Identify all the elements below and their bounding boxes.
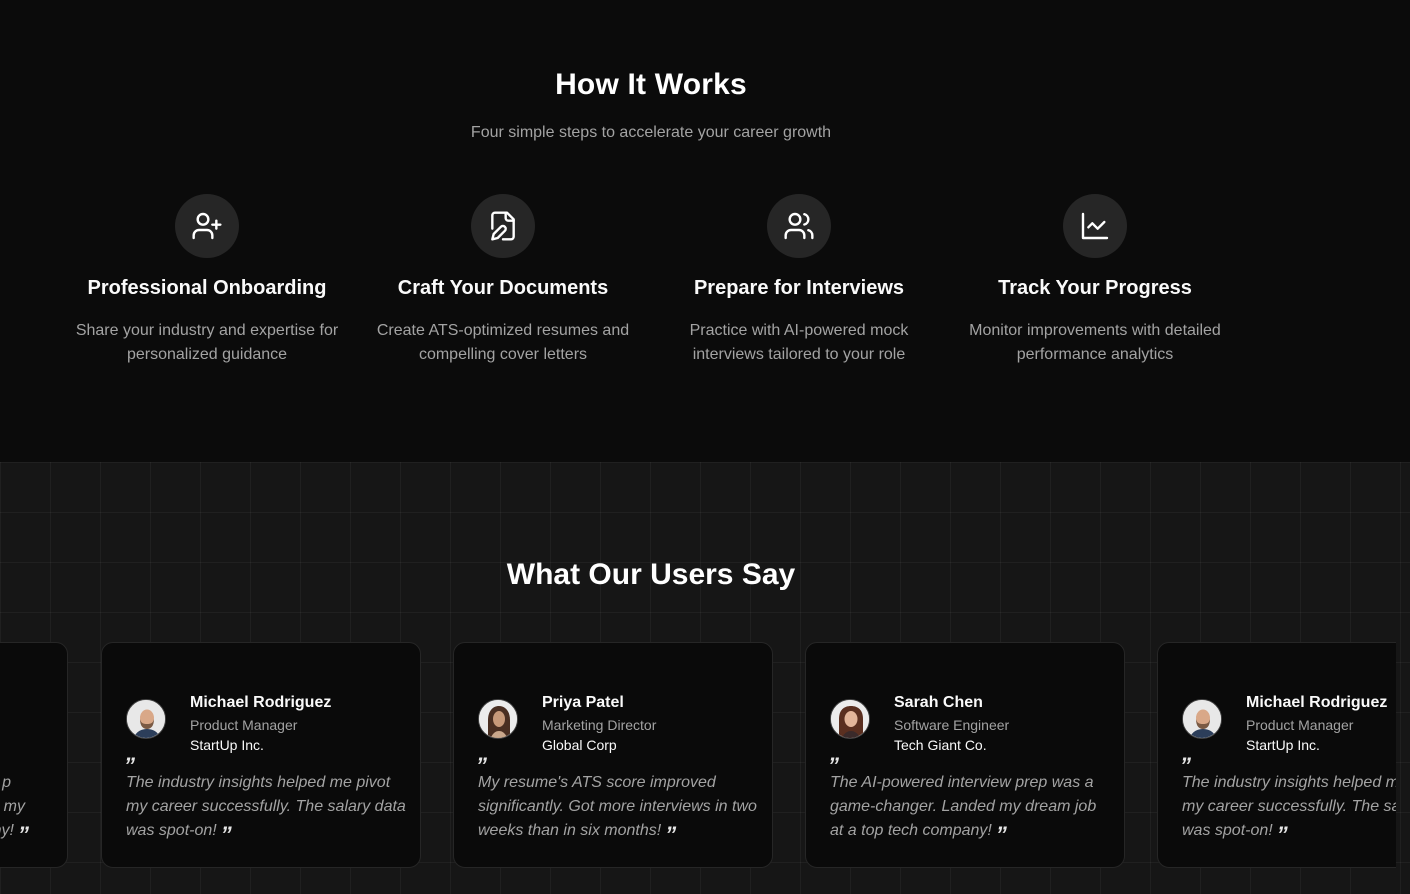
testimonial-name: Michael Rodriguez — [1246, 694, 1388, 711]
testimonial-company: StartUp Inc. — [190, 737, 264, 753]
how-it-works-subtitle: Four simple steps to accelerate your car… — [470, 124, 832, 141]
testimonials-title: What Our Users Say — [506, 558, 796, 591]
testimonial-card: Michael Rodriguez Product Manager StartU… — [1157, 642, 1396, 868]
testimonial-quote: My resume's ATS score improved significa… — [478, 774, 757, 847]
how-it-works-section: How It Works Four simple steps to accele… — [0, 0, 1410, 462]
step-description: Monitor improvements with detailed perfo… — [969, 322, 1221, 363]
testimonial-card-partial: p my any!” — [0, 642, 68, 868]
step-description: Practice with AI-powered mock interviews… — [689, 322, 909, 363]
testimonial-company: StartUp Inc. — [1246, 737, 1320, 753]
avatar — [1182, 699, 1222, 739]
step-title: Craft Your Documents — [397, 277, 609, 299]
testimonial-role: Product Manager — [190, 717, 298, 733]
testimonial-quote: The industry insights helped me pivot my… — [1182, 774, 1396, 847]
quote-close-icon: ” — [995, 822, 1007, 847]
step-onboarding: Professional Onboarding Share your indus… — [59, 194, 355, 367]
step-progress: Track Your Progress Monitor improvements… — [947, 194, 1243, 367]
testimonial-role: Software Engineer — [894, 717, 1010, 733]
how-it-works-title: How It Works — [555, 68, 747, 101]
quote-close-icon: ” — [220, 822, 232, 847]
testimonial-quote: The industry insights helped me pivot my… — [126, 774, 406, 847]
file-pen-icon — [471, 194, 535, 258]
avatar — [126, 699, 166, 739]
testimonial-role: Product Manager — [1246, 717, 1354, 733]
step-documents: Craft Your Documents Create ATS-optimize… — [355, 194, 651, 367]
testimonials-carousel[interactable]: p my any!” Michael Rodriguez Product Man… — [0, 642, 1396, 868]
testimonial-name: Sarah Chen — [894, 694, 983, 711]
partial-quote-line: p — [2, 774, 11, 791]
line-chart-icon — [1063, 194, 1127, 258]
quote-close-icon: ” — [665, 822, 677, 847]
testimonial-card: Sarah Chen Software Engineer Tech Giant … — [805, 642, 1125, 868]
testimonial-card: Michael Rodriguez Product Manager StartU… — [101, 642, 421, 868]
testimonial-name: Priya Patel — [542, 694, 624, 711]
step-title: Track Your Progress — [998, 277, 1192, 299]
testimonial-quote: The AI-powered interview prep was a game… — [830, 774, 1097, 847]
quote-close-icon: ” — [18, 822, 29, 847]
step-description: Create ATS-optimized resumes and compell… — [376, 322, 630, 363]
testimonial-company: Global Corp — [542, 737, 617, 753]
testimonials-section: What Our Users Say p my any!” Michael Ro… — [0, 462, 1410, 894]
user-plus-icon — [175, 194, 239, 258]
avatar — [830, 699, 870, 739]
partial-quote-line: any!” — [0, 822, 29, 847]
step-title: Prepare for Interviews — [693, 277, 905, 299]
testimonial-role: Marketing Director — [542, 717, 657, 733]
step-title: Professional Onboarding — [87, 277, 327, 299]
testimonial-company: Tech Giant Co. — [894, 737, 987, 753]
testimonial-card: Priya Patel Marketing Director Global Co… — [453, 642, 773, 868]
quote-close-icon: ” — [1276, 822, 1288, 847]
users-icon — [767, 194, 831, 258]
avatar — [478, 699, 518, 739]
partial-quote-line: my — [3, 798, 25, 815]
step-interviews: Prepare for Interviews Practice with AI-… — [651, 194, 947, 367]
step-description: Share your industry and expertise for pe… — [75, 322, 339, 363]
testimonial-name: Michael Rodriguez — [190, 694, 332, 711]
